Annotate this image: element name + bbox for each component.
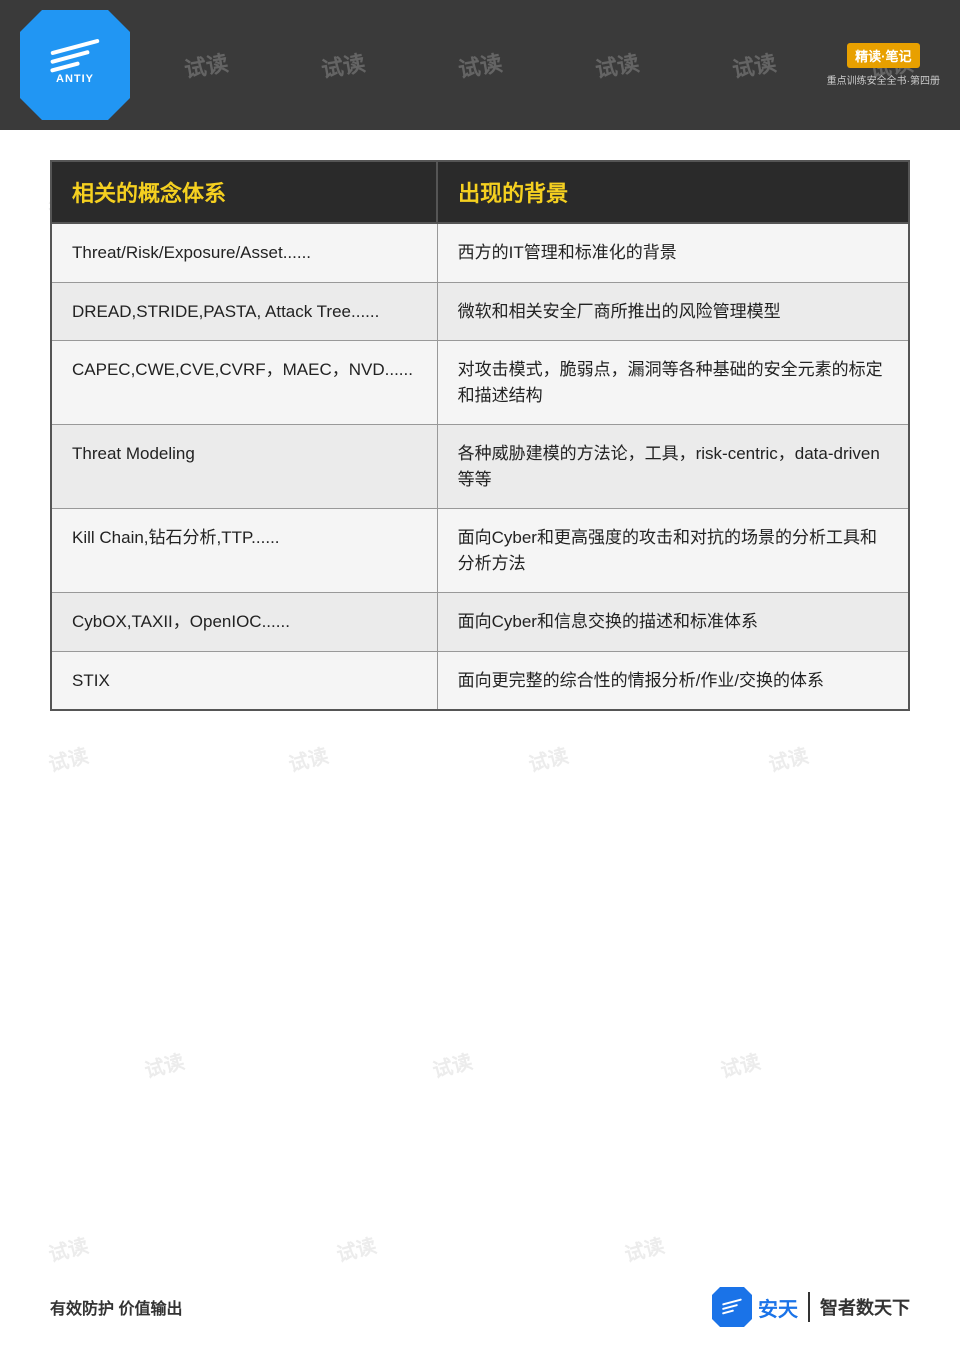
footer-brand: 安天 智者数天下	[712, 1287, 910, 1327]
table-cell-left: DREAD,STRIDE,PASTA, Attack Tree......	[51, 282, 437, 341]
table-row: Kill Chain,钻石分析,TTP......面向Cyber和更高强度的攻击…	[51, 509, 909, 593]
table-cell-left: Threat Modeling	[51, 425, 437, 509]
header-right: 出现的背景	[437, 161, 909, 223]
bwm-8: 试读	[45, 739, 91, 777]
logo-lines-icon	[50, 45, 100, 69]
bwm-14: 试读	[717, 1046, 763, 1084]
footer-brand-main: 安天	[758, 1293, 798, 1322]
bwm-15: 试读	[45, 1230, 91, 1268]
table-cell-right: 面向更完整的综合性的情报分析/作业/交换的体系	[437, 651, 909, 710]
watermark-3: 试读	[318, 45, 367, 84]
main-content: 相关的概念体系 出现的背景 Threat/Risk/Exposure/Asset…	[50, 160, 910, 711]
header-logo: ANTIY	[20, 10, 130, 120]
footer-logo-line-3	[722, 1309, 734, 1314]
table-cell-right: 对攻击模式，脆弱点，漏洞等各种基础的安全元素的标定和描述结构	[437, 341, 909, 425]
table-cell-right: 面向Cyber和信息交换的描述和标准体系	[437, 593, 909, 652]
footer-logo-lines	[722, 1301, 742, 1313]
bwm-13: 试读	[429, 1046, 475, 1084]
table-cell-left: Threat/Risk/Exposure/Asset......	[51, 223, 437, 282]
bwm-11: 试读	[765, 739, 811, 777]
table-cell-left: CAPEC,CWE,CVE,CVRF，MAEC，NVD......	[51, 341, 437, 425]
table-header-row: 相关的概念体系 出现的背景	[51, 161, 909, 223]
header-watermarks: 试读 试读 试读 试读 试读 试读 试读	[0, 0, 960, 130]
table-cell-right: 西方的IT管理和标准化的背景	[437, 223, 909, 282]
right-logo-subtitle: 重点训练安全全书·第四册	[827, 72, 940, 87]
table-row: Threat Modeling各种威胁建模的方法论，工具，risk-centri…	[51, 425, 909, 509]
right-logo-badge: 精读·笔记	[847, 43, 919, 68]
footer-divider	[808, 1292, 810, 1322]
footer-brand-sub: 智者数天下	[820, 1294, 910, 1320]
table-cell-right: 各种威胁建模的方法论，工具，risk-centric，data-driven等等	[437, 425, 909, 509]
table-row: DREAD,STRIDE,PASTA, Attack Tree......微软和…	[51, 282, 909, 341]
watermark-5: 试读	[593, 45, 642, 84]
watermark-4: 试读	[456, 45, 505, 84]
table-row: CybOX,TAXII，OpenIOC......面向Cyber和信息交换的描述…	[51, 593, 909, 652]
bwm-17: 试读	[621, 1230, 667, 1268]
header-left: 相关的概念体系	[51, 161, 437, 223]
concept-table: 相关的概念体系 出现的背景 Threat/Risk/Exposure/Asset…	[50, 160, 910, 711]
watermark-6: 试读	[730, 45, 779, 84]
table-cell-right: 微软和相关安全厂商所推出的风险管理模型	[437, 282, 909, 341]
bwm-10: 试读	[525, 739, 571, 777]
footer: 有效防护 价值输出 安天 智者数天下	[50, 1287, 910, 1327]
table-row: CAPEC,CWE,CVE,CVRF，MAEC，NVD......对攻击模式，脆…	[51, 341, 909, 425]
header-right-logo: 精读·笔记 重点训练安全全书·第四册	[827, 43, 940, 87]
table-cell-left: CybOX,TAXII，OpenIOC......	[51, 593, 437, 652]
bwm-12: 试读	[141, 1046, 187, 1084]
table-row: STIX面向更完整的综合性的情报分析/作业/交换的体系	[51, 651, 909, 710]
table-row: Threat/Risk/Exposure/Asset......西方的IT管理和…	[51, 223, 909, 282]
table-cell-left: STIX	[51, 651, 437, 710]
header: 试读 试读 试读 试读 试读 试读 试读 ANTIY 精读·笔记 重点训练安全全…	[0, 0, 960, 130]
bwm-9: 试读	[285, 739, 331, 777]
table-cell-right: 面向Cyber和更高强度的攻击和对抗的场景的分析工具和分析方法	[437, 509, 909, 593]
bwm-16: 试读	[333, 1230, 379, 1268]
watermark-2: 试读	[181, 45, 230, 84]
footer-tagline: 有效防护 价值输出	[50, 1295, 182, 1319]
footer-logo-icon	[712, 1287, 752, 1327]
logo-label: ANTIY	[56, 73, 94, 85]
table-cell-left: Kill Chain,钻石分析,TTP......	[51, 509, 437, 593]
